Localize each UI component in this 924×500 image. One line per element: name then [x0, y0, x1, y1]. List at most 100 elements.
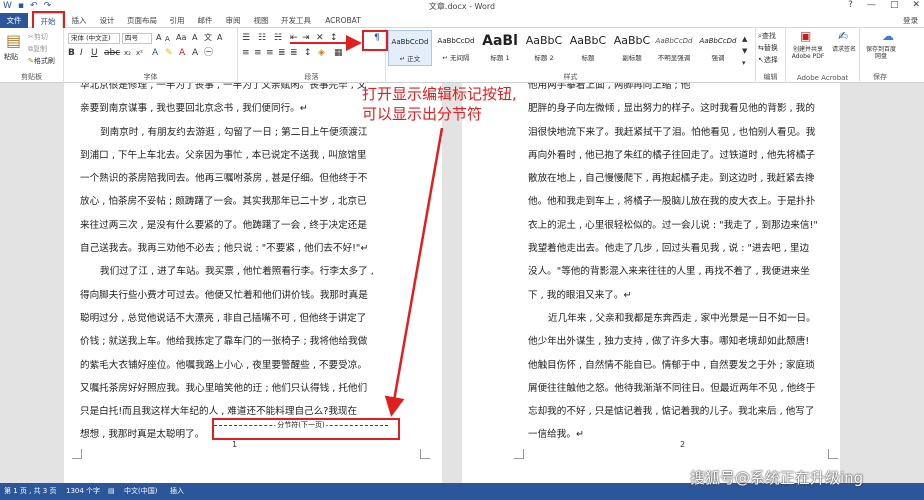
- select-button[interactable]: ↖选择: [758, 55, 778, 65]
- language[interactable]: 中文(中国): [124, 483, 157, 500]
- page-1-text[interactable]: 华北京很是修理 , 一半为了丧事 , 一半为了父亲赋闲。丧事完毕 , 父亲要到南…: [80, 83, 410, 447]
- text-line[interactable]: 屑便往往触他之怒。他待我渐渐不同往日。但最近两年不见 , 他终于: [528, 377, 838, 400]
- text-line[interactable]: 我望着他走出去。他走了几步 , 回过头看见我 , 说 : "进去吧 , 里边: [528, 237, 838, 260]
- text-line[interactable]: 聪明过分 , 总觉他说话不大漂亮 , 非自己插嘴不可 , 但他终于讲定了: [80, 307, 410, 330]
- create-pdf-button[interactable]: 创建并共享 Adobe PDF: [788, 46, 828, 60]
- text-line[interactable]: 他用两手攀着上面 , 两脚再向上缩 ; 他: [528, 83, 838, 97]
- text-line[interactable]: 自己送我去。我再三劝他不必去 ; 他只说 : "不要紧 , 他们去不好!"↵: [80, 237, 410, 260]
- style-no-spacing[interactable]: AaBbCcDd ↵ 无间隔: [434, 30, 478, 66]
- numbering-icon[interactable]: ☷: [258, 33, 266, 43]
- text-line[interactable]: 到南京时 , 有朋友约去游逛 , 勾留了一日 ; 第二日上午便须渡江: [80, 121, 410, 144]
- chinese-layout-icon[interactable]: ✕: [316, 33, 324, 43]
- pdf-icon[interactable]: ▣: [800, 30, 811, 42]
- tab-references[interactable]: 引用: [164, 13, 190, 28]
- font-size-select[interactable]: 四号: [122, 33, 152, 44]
- text-line[interactable]: 近几年来 , 父亲和我都是东奔西走 , 家中光景是一日不如一日。: [528, 307, 838, 330]
- text-line[interactable]: 衣上的泥土 , 心里很轻松似的。过一会儿说 : "我走了 , 到那边来信!": [528, 214, 838, 237]
- find-button[interactable]: ⌕查找: [758, 31, 776, 41]
- style-heading-2[interactable]: AaBbC 标题 2: [522, 30, 566, 66]
- align-right-icon[interactable]: ≡: [266, 48, 274, 58]
- text-line[interactable]: 得向脚夫行些小费才可过去。他便又忙着和他们讲价钱。我那时真是: [80, 284, 410, 307]
- proofing-icon[interactable]: ▤: [108, 483, 115, 500]
- text-line[interactable]: 来往过两三次 , 是没有什么要紧的了。他踌躇了一会 , 终于决定还是: [80, 214, 410, 237]
- request-signature-button[interactable]: 请求签名: [832, 46, 856, 53]
- text-line[interactable]: 放心 , 怕茶房不妥帖 ; 颇踌躇了一会。其实我那年已二十岁 , 北京已: [80, 190, 410, 213]
- distributed-icon[interactable]: ≣: [290, 48, 298, 58]
- text-line[interactable]: 又嘱托茶房好好照应我。我心里暗笑他的迂 ; 他们只认得钱 , 托他们: [80, 377, 410, 400]
- change-case-icon[interactable]: Aa: [176, 33, 186, 43]
- underline-icon[interactable]: U: [91, 48, 98, 58]
- char-border-icon[interactable]: A: [217, 33, 222, 43]
- text-line[interactable]: 到浦口 , 下午上车北去。父亲因为事忙 , 本已说定不送我 , 叫旅馆里: [80, 144, 410, 167]
- styles-more-icon[interactable]: ▾: [742, 58, 746, 68]
- text-line[interactable]: 我们过了江 , 进了车站。我买票 , 他忙着照看行李。行李太多了 ,: [80, 260, 410, 283]
- sort-icon[interactable]: ↕: [330, 33, 338, 43]
- text-line[interactable]: 的紫毛大衣铺好座位。他嘱我路上小心 , 夜里要警醒些 , 不要受凉。: [80, 354, 410, 377]
- copy-button[interactable]: ⧉复制: [28, 44, 47, 54]
- grow-font-icon[interactable]: A: [156, 33, 161, 43]
- borders-icon[interactable]: ▦: [334, 48, 343, 58]
- maximize-button[interactable]: □: [890, 0, 899, 10]
- word-count[interactable]: 1304 个字: [66, 483, 100, 500]
- style-subtitle[interactable]: AaBbC 副标题: [610, 30, 654, 66]
- document-area[interactable]: 华北京很是修理 , 一半为了丧事 , 一半为了父亲赋闲。丧事完毕 , 父亲要到南…: [0, 83, 924, 483]
- text-line[interactable]: 散放在地上 , 自己慢慢爬下 , 再抱起橘子走。到这边时 , 我赶紧去搀: [528, 167, 838, 190]
- cloud-icon[interactable]: ☁: [882, 30, 894, 42]
- format-painter-button[interactable]: ✎格式刷: [28, 56, 55, 66]
- styles-scroll-down-icon[interactable]: ▼: [742, 46, 747, 56]
- font-family-select[interactable]: 宋体 (中文正): [68, 33, 120, 44]
- text-line[interactable]: 肥胖的身子向左微倾 , 显出努力的样子。这时我看见他的背影 , 我的: [528, 97, 838, 120]
- style-emphasis[interactable]: AaBbCcDd 强调: [696, 30, 740, 66]
- tab-acrobat[interactable]: ACROBAT: [320, 13, 366, 28]
- tab-file[interactable]: 文件: [0, 13, 28, 28]
- tab-page-layout[interactable]: 页面布局: [122, 13, 162, 28]
- text-line[interactable]: 忘却我的不好 , 只是惦记着我 , 惦记着我的儿子。我北来后 , 他写了: [528, 400, 838, 423]
- bullets-icon[interactable]: ☰: [242, 33, 250, 43]
- tab-review[interactable]: 审阅: [220, 13, 246, 28]
- page-2-text[interactable]: 他用两手攀着上面 , 两脚再向上缩 ; 他肥胖的身子向左微倾 , 显出努力的样子…: [528, 83, 838, 447]
- subscript-icon[interactable]: x₂: [124, 48, 131, 58]
- text-line[interactable]: 他触目伤怀 , 自然情不能自已。情郁于中 , 自然要发之于外 ; 家庭琐: [528, 354, 838, 377]
- text-line[interactable]: 他。他和我走到车上 , 将橘子一股脑儿放在我的皮大衣上。于是扑扑: [528, 190, 838, 213]
- tab-mailings[interactable]: 邮件: [192, 13, 218, 28]
- tab-insert[interactable]: 插入: [66, 13, 92, 28]
- replace-button[interactable]: ⇆替换: [758, 43, 778, 53]
- italic-icon[interactable]: I: [80, 48, 83, 58]
- text-line[interactable]: 再向外看时 , 他已抱了朱红的橘子往回走了。过铁道时 , 他先将橘子: [528, 144, 838, 167]
- clear-format-icon[interactable]: A: [192, 33, 197, 43]
- text-line[interactable]: 价钱 ; 就送我上车。他给我拣定了靠车门的一张椅子 ; 我将他给我做: [80, 330, 410, 353]
- page-count[interactable]: 第 1 页 , 共 3 页: [4, 483, 56, 500]
- strikethrough-icon[interactable]: abc: [104, 48, 120, 58]
- decrease-indent-icon[interactable]: ⇤: [290, 33, 298, 43]
- font-color-icon[interactable]: A: [179, 48, 185, 58]
- align-center-icon[interactable]: ≡: [254, 48, 262, 58]
- text-line[interactable]: 亲要到南京谋事 , 我也要回北京念书 , 我们便同行。↵: [80, 97, 410, 120]
- text-line[interactable]: 泪很快地流下来了。我赶紧拭干了泪。怕他看见 , 也怕别人看见。我: [528, 121, 838, 144]
- shrink-font-icon[interactable]: A: [165, 34, 170, 44]
- text-line[interactable]: 一个熟识的茶房陪我同去。他再三嘱咐茶房 , 甚是仔细。但他终于不: [80, 167, 410, 190]
- text-effects-icon[interactable]: A: [152, 48, 158, 58]
- char-shading-icon[interactable]: A: [192, 48, 198, 58]
- text-line[interactable]: 没人。"等他的背影混入来来往往的人里 , 再找不着了 , 我便进来坐: [528, 260, 838, 283]
- tab-design[interactable]: 设计: [94, 13, 120, 28]
- justify-icon[interactable]: ≣: [278, 48, 286, 58]
- cut-button[interactable]: ✂剪切: [28, 32, 48, 42]
- style-subtle-emphasis[interactable]: AaBbCcDd 不明显强调: [652, 30, 696, 66]
- tab-developer[interactable]: 开发工具: [276, 13, 316, 28]
- align-left-icon[interactable]: ≡: [242, 48, 250, 58]
- highlight-icon[interactable]: ✎: [165, 48, 173, 58]
- style-heading-1[interactable]: AaBl 标题 1: [478, 30, 522, 66]
- enclosed-char-icon[interactable]: ㊀: [204, 48, 213, 58]
- minimize-button[interactable]: —: [867, 0, 876, 10]
- paste-button[interactable]: 粘贴: [4, 52, 18, 62]
- help-button[interactable]: ?: [848, 0, 853, 10]
- paste-icon[interactable]: ▤: [6, 32, 21, 50]
- bold-icon[interactable]: B: [68, 48, 75, 58]
- increase-indent-icon[interactable]: ⇥: [302, 33, 310, 43]
- styles-scroll-up-icon[interactable]: ▲: [742, 34, 747, 44]
- sign-icon[interactable]: ✍: [838, 30, 848, 42]
- login-link[interactable]: 登录: [903, 13, 918, 28]
- multilevel-list-icon[interactable]: ☵: [274, 33, 282, 43]
- line-spacing-icon[interactable]: ↕: [304, 48, 312, 58]
- text-line[interactable]: 华北京很是修理 , 一半为了丧事 , 一半为了父亲赋闲。丧事完毕 , 父: [80, 83, 410, 97]
